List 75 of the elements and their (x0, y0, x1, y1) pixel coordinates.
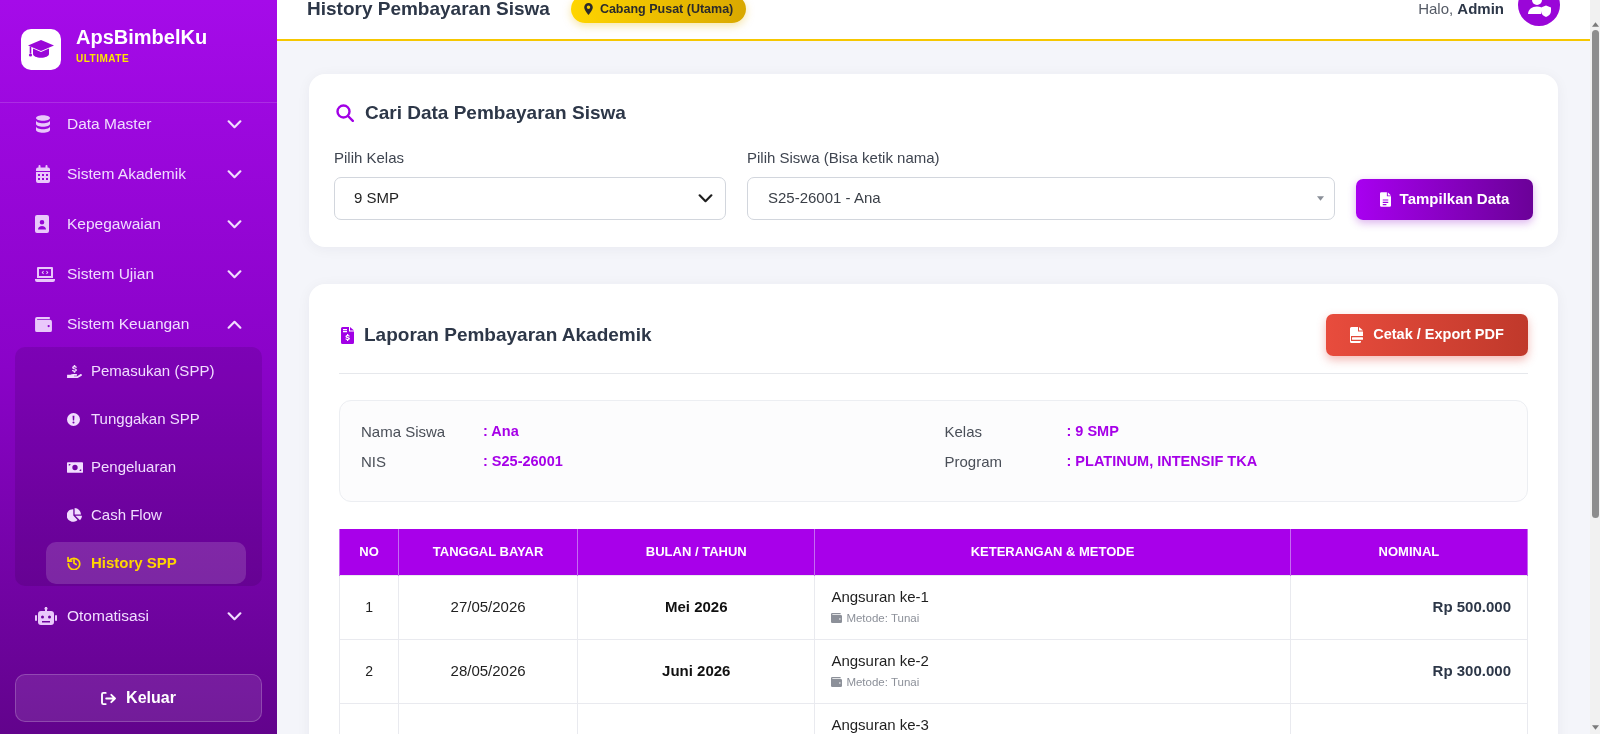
table-cell: 1 (339, 575, 399, 639)
pdf-file-icon (1350, 327, 1364, 343)
export-pdf-button[interactable]: Cetak / Export PDF (1326, 314, 1528, 356)
wallet-icon (831, 676, 843, 687)
table-cell: 28/05/2026 (398, 639, 578, 703)
column-header: NOMINAL (1290, 529, 1528, 575)
table-cell: Rp 500.000 (1290, 575, 1528, 639)
field-label: Pilih Kelas (334, 148, 406, 168)
info-label: Nama Siswa (361, 421, 447, 442)
banknote-icon (67, 461, 83, 473)
scroll-up-icon[interactable] (1591, 22, 1599, 27)
payment-description: Angsuran ke-1 (831, 587, 930, 606)
robot-icon (35, 607, 57, 625)
payment-method: Metode: Tunai (846, 610, 920, 626)
logout-icon (101, 691, 117, 705)
branch-name: Cabang Pusat (Utama) (599, 0, 734, 18)
info-value: : PLATINUM, INTENSIF TKA (1066, 452, 1258, 472)
payment-description: Angsuran ke-3 (831, 715, 930, 734)
table-cell: 2 (339, 639, 399, 703)
hand-coin-icon (67, 364, 82, 378)
map-pin-icon (583, 3, 593, 15)
info-value: : 9 SMP (1066, 422, 1119, 442)
caret-down-icon (1317, 196, 1324, 201)
history-icon (67, 556, 81, 570)
payment-method: Metode: Tunai (846, 674, 920, 690)
calendar-icon (35, 165, 51, 183)
menu-item[interactable]: Sistem Keuangan (15, 303, 262, 345)
id-badge-icon (35, 215, 49, 233)
info-value: : S25-26001 (483, 452, 563, 472)
student-combobox[interactable]: S25-26001 - Ana (747, 177, 1335, 220)
search-icon (336, 104, 354, 122)
greeting-text: Halo, Admin (1418, 0, 1504, 19)
graduation-cap-icon (21, 29, 61, 70)
page-title: History Pembayaran Siswa (307, 0, 550, 20)
payment-description: Angsuran ke-2 (831, 651, 930, 670)
table-cell: Juni 2026 (577, 639, 815, 703)
card-title: Laporan Pembayaran Akademik (364, 322, 652, 347)
info-value: : Ana (483, 422, 519, 442)
info-label: NIS (361, 451, 387, 472)
show-data-button[interactable]: Tampilkan Data (1356, 179, 1533, 220)
menu-item[interactable]: Sistem Ujian (15, 253, 262, 295)
submenu-item[interactable]: Pemasukan (SPP) (46, 350, 246, 392)
menu-item[interactable]: Otomatisasi (15, 595, 262, 637)
menu-item[interactable]: Data Master (15, 103, 262, 145)
wallet-icon (35, 316, 52, 332)
field-label: Pilih Siswa (Bisa ketik nama) (747, 148, 941, 168)
table-cell: Mei 2026 (577, 575, 815, 639)
table-cell: 27/05/2026 (398, 575, 578, 639)
chevron-down-icon (698, 194, 713, 203)
submenu-item[interactable]: History SPP (46, 542, 246, 584)
card-title: Cari Data Pembayaran Siswa (365, 100, 626, 125)
submenu-item[interactable]: Tunggakan SPP (46, 398, 246, 440)
brand-name: ApsBimbelKu (76, 25, 208, 49)
pie-chart-icon (67, 508, 82, 522)
brand-edition: ULTIMATE (76, 53, 131, 65)
laptop-icon (35, 266, 55, 282)
menu-item[interactable]: Kepegawaian (15, 203, 262, 245)
invoice-icon (341, 326, 354, 344)
scroll-down-icon[interactable] (1591, 725, 1599, 730)
table-cell: Rp 300.000 (1290, 639, 1528, 703)
column-header: BULAN / TAHUN (577, 529, 815, 575)
document-icon (1379, 192, 1391, 207)
scrollbar-thumb[interactable] (1591, 30, 1599, 518)
submenu-item[interactable]: Pengeluaran (46, 446, 246, 488)
menu-item[interactable]: Sistem Akademik (15, 153, 262, 195)
logout-button[interactable]: Keluar (15, 674, 262, 722)
wallet-icon (831, 612, 843, 623)
database-icon (35, 115, 51, 133)
class-select[interactable]: 9 SMP (334, 177, 726, 220)
column-header: KETERANGAN & METODE (814, 529, 1291, 575)
info-label: Kelas (944, 421, 984, 442)
column-header: NO (339, 529, 399, 575)
submenu-item[interactable]: Cash Flow (46, 494, 246, 536)
column-header: TANGGAL BAYAR (398, 529, 578, 575)
info-label: Program (944, 451, 1004, 472)
